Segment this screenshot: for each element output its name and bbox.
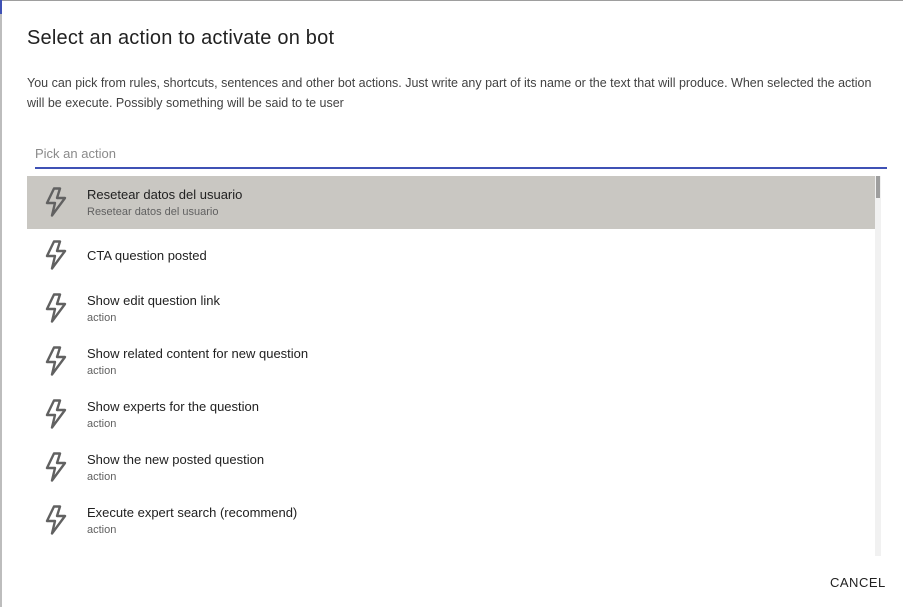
- list-item-title: CTA question posted: [87, 248, 207, 263]
- list-item[interactable]: Resetear datos del usuario Resetear dato…: [27, 176, 875, 229]
- list-item-title: Resetear datos del usuario: [87, 187, 243, 202]
- list-scrollbar[interactable]: [875, 176, 881, 556]
- dialog-description: You can pick from rules, shortcuts, sent…: [27, 76, 872, 110]
- lightning-icon: [45, 187, 67, 217]
- list-item-subtitle: action: [87, 524, 117, 536]
- list-item-subtitle: action: [87, 418, 117, 430]
- list-item[interactable]: Show experts for the question action: [27, 388, 875, 441]
- cancel-button[interactable]: CANCEL: [830, 571, 894, 593]
- action-search-input[interactable]: [35, 139, 887, 169]
- lightning-icon: [45, 505, 67, 535]
- list-item[interactable]: Show the new posted question action: [27, 441, 875, 494]
- list-item-subtitle: action: [87, 312, 117, 324]
- list-item-text: Show experts for the question action: [87, 399, 259, 431]
- list-item[interactable]: Show related content for new question ac…: [27, 335, 875, 388]
- list-item-text: Execute expert search (recommend) action: [87, 505, 297, 537]
- list-item-title: Show experts for the question: [87, 399, 259, 414]
- list-item[interactable]: Show edit question link action: [27, 282, 875, 335]
- list-item-text: Show edit question link action: [87, 293, 220, 325]
- lightning-icon: [45, 399, 67, 429]
- dialog-title: Select an action to activate on bot: [27, 27, 335, 49]
- lightning-icon: [45, 452, 67, 482]
- action-list: Resetear datos del usuario Resetear dato…: [27, 176, 880, 556]
- scrollbar-thumb[interactable]: [876, 176, 880, 198]
- lightning-icon: [45, 240, 67, 270]
- lightning-icon: [45, 293, 67, 323]
- list-item-title: Show edit question link: [87, 293, 220, 308]
- list-item-title: Show the new posted question: [87, 452, 265, 467]
- list-item-text: Show the new posted question action: [87, 452, 264, 484]
- action-picker-dialog: Select an action to activate on bot You …: [2, 1, 903, 607]
- list-item-text: Show related content for new question ac…: [87, 346, 308, 378]
- list-item-subtitle: action: [87, 471, 117, 483]
- list-item-title: Execute expert search (recommend): [87, 505, 298, 520]
- list-item[interactable]: Execute expert search (recommend) action: [27, 494, 875, 547]
- list-item-subtitle: action: [87, 365, 117, 377]
- list-item[interactable]: CTA question posted: [27, 229, 875, 282]
- list-item-text: Resetear datos del usuario Resetear dato…: [87, 187, 242, 219]
- list-item-text: CTA question posted: [87, 248, 207, 264]
- lightning-icon: [45, 346, 67, 376]
- list-item-title: Show related content for new question: [87, 346, 309, 361]
- list-item-subtitle: Resetear datos del usuario: [87, 206, 219, 218]
